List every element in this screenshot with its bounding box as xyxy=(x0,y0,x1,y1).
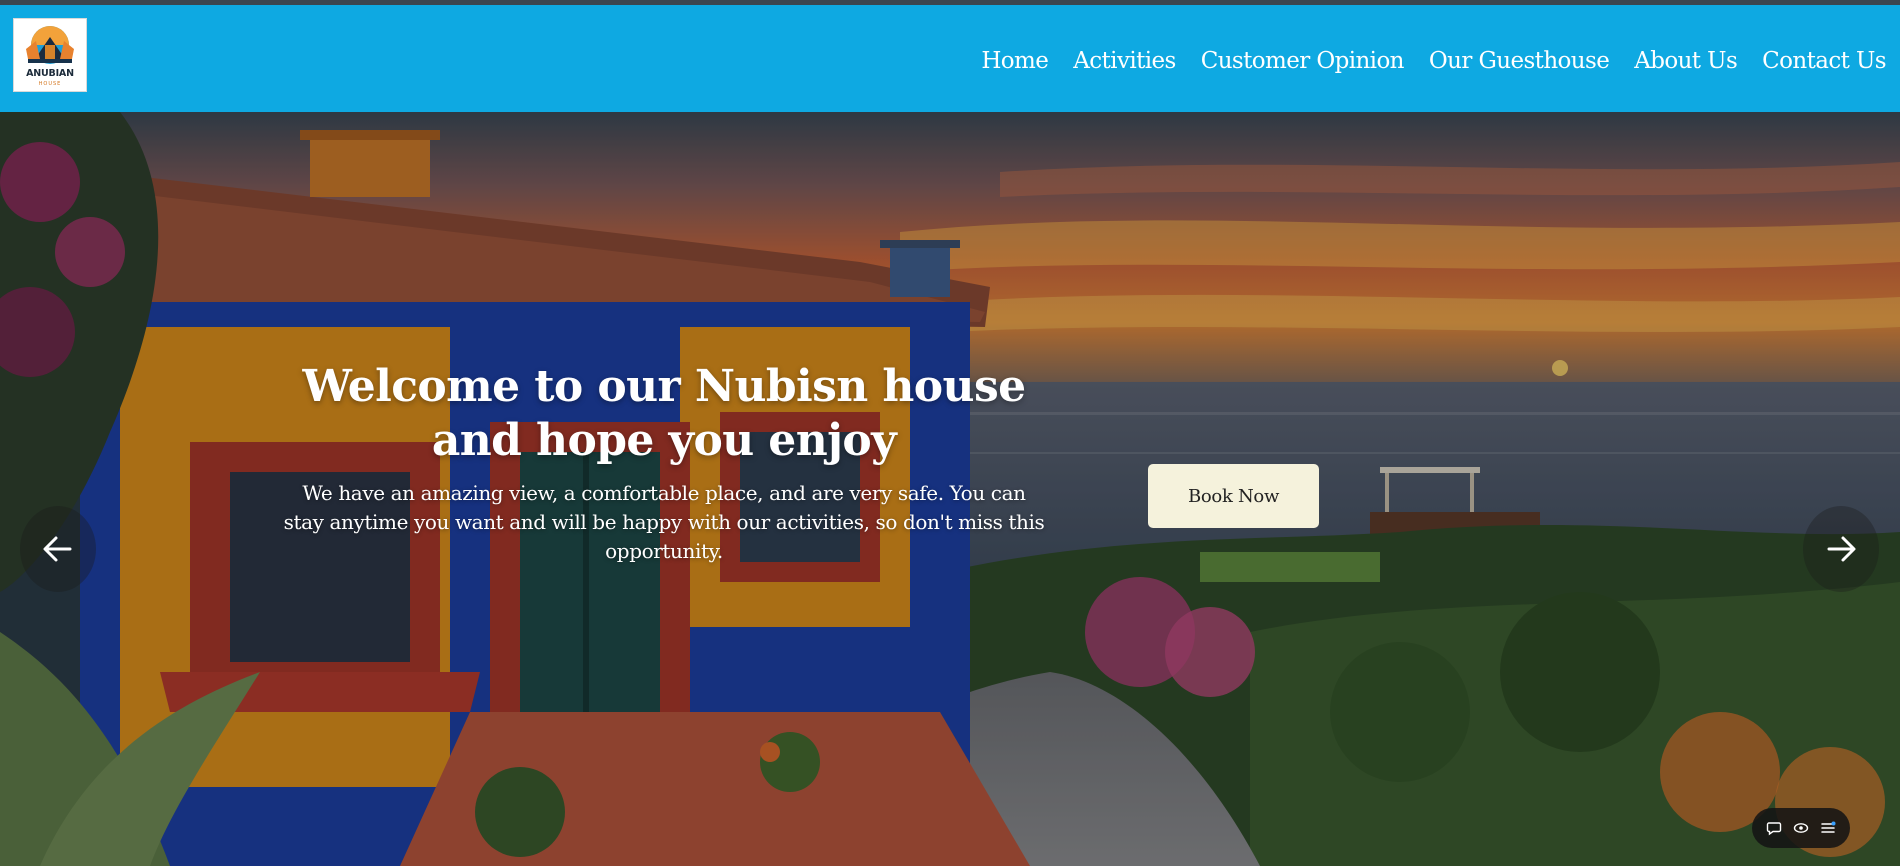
menu-icon[interactable] xyxy=(1820,820,1836,836)
carousel-prev-button[interactable] xyxy=(20,506,96,592)
nav-link-activities[interactable]: Activities xyxy=(1073,48,1176,74)
main-nav: Home Activities Customer Opinion Our Gue… xyxy=(981,41,1886,81)
hero-title: Welcome to our Nubisn house and hope you… xyxy=(302,361,1026,466)
brand-logo[interactable]: ANUBIAN HOUSE xyxy=(13,18,87,92)
floating-widget-toolbar xyxy=(1752,808,1850,848)
hero-description: We have an amazing view, a comfortable p… xyxy=(283,481,1045,563)
book-now-button[interactable]: Book Now xyxy=(1148,464,1319,528)
nav-link-our-guesthouse[interactable]: Our Guesthouse xyxy=(1429,48,1610,74)
arrow-left-icon xyxy=(43,536,72,562)
nav-link-about-us[interactable]: About Us xyxy=(1634,48,1738,74)
nav-link-contact-us[interactable]: Contact Us xyxy=(1762,48,1886,74)
navbar: ANUBIAN HOUSE Home Activities Customer O… xyxy=(0,5,1900,112)
carousel-next-button[interactable] xyxy=(1803,506,1879,592)
eye-icon[interactable] xyxy=(1793,820,1809,836)
arrow-right-icon xyxy=(1827,536,1856,562)
hero-carousel: Welcome to our Nubisn house and hope you… xyxy=(0,112,1900,866)
chat-icon[interactable] xyxy=(1766,820,1782,836)
logo-text: ANUBIAN xyxy=(26,68,74,79)
nav-link-home[interactable]: Home xyxy=(981,48,1049,74)
logo-subtext: HOUSE xyxy=(38,81,62,87)
nav-link-customer-opinion[interactable]: Customer Opinion xyxy=(1201,48,1405,74)
